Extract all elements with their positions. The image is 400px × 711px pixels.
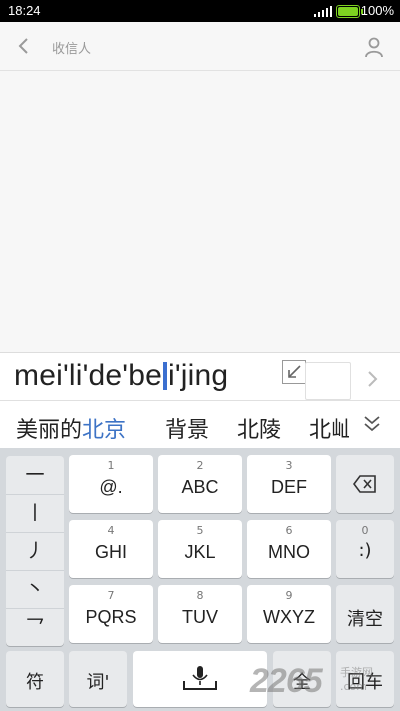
chevron-right-icon[interactable] xyxy=(366,370,380,388)
key-number: 8 xyxy=(196,589,204,602)
pinyin-after-cursor: i'jing xyxy=(168,359,229,392)
text-cursor xyxy=(163,362,167,390)
key-label: PQRS xyxy=(85,607,137,627)
collapse-arrow-icon[interactable] xyxy=(282,360,306,384)
candidate-item[interactable]: 北陵 xyxy=(237,412,281,444)
key-label: ABC xyxy=(181,477,219,497)
key-label: DEF xyxy=(271,477,307,497)
watermark: 2265 xyxy=(250,662,323,701)
key-label: TUV xyxy=(182,607,218,627)
recipient-input[interactable]: 收信人 xyxy=(52,38,91,57)
key-7[interactable]: 7 PQRS xyxy=(69,585,153,643)
key-label: JKL xyxy=(184,542,216,562)
stroke-key[interactable]: 丿 xyxy=(6,532,64,571)
key-number: 6 xyxy=(285,524,293,537)
chevron-double-down-icon[interactable] xyxy=(362,413,382,435)
key-4[interactable]: 4 GHI xyxy=(69,520,153,578)
key-number: 5 xyxy=(196,524,204,537)
key-0[interactable]: 0 :) xyxy=(336,520,394,578)
key-number: 2 xyxy=(196,459,204,472)
stroke-key[interactable]: 一 xyxy=(6,456,64,495)
pinyin-before-cursor: mei'li'de'be xyxy=(14,359,162,392)
candidate-item[interactable]: 北屾 xyxy=(309,412,349,444)
space-voice-button[interactable] xyxy=(133,651,267,707)
key-2[interactable]: 2 ABC xyxy=(158,455,242,513)
watermark-text: 2265 xyxy=(250,662,323,700)
message-content-area xyxy=(0,71,400,352)
stroke-key[interactable]: 丨 xyxy=(6,494,64,533)
microphone-icon xyxy=(183,666,217,690)
message-header: 收信人 xyxy=(0,22,400,71)
backspace-icon xyxy=(353,475,376,493)
key-number: 9 xyxy=(285,589,293,602)
status-bar: 18:24 100% xyxy=(0,0,400,22)
key-5[interactable]: 5 JKL xyxy=(158,520,242,578)
word-button[interactable]: 词' xyxy=(69,651,127,707)
key-number: 0 xyxy=(361,524,369,537)
clear-label: 清空 xyxy=(347,609,383,630)
key-1[interactable]: 1 @. xyxy=(69,455,153,513)
key-number: 1 xyxy=(107,459,115,472)
candidate-item[interactable]: 背景 xyxy=(165,412,209,444)
candidate-text: 美丽的 xyxy=(16,418,83,443)
key-number: 4 xyxy=(107,524,115,537)
key-9[interactable]: 9 WXYZ xyxy=(247,585,331,643)
stroke-key[interactable]: 丶 xyxy=(6,570,64,609)
candidate-highlight: 北京 xyxy=(82,418,127,443)
symbol-label: 符 xyxy=(26,672,44,693)
stroke-key[interactable]: 乛 xyxy=(6,608,64,646)
stroke-column: 一 丨 丿 丶 乛 xyxy=(6,456,64,646)
backspace-button[interactable] xyxy=(336,455,394,513)
candidate-item[interactable]: 美丽的北京 xyxy=(16,412,126,444)
clear-button[interactable]: 清空 xyxy=(336,585,394,643)
message-input-box[interactable] xyxy=(305,362,351,400)
key-label: MNO xyxy=(268,542,310,562)
key-3[interactable]: 3 DEF xyxy=(247,455,331,513)
candidate-bar: 美丽的北京 背景 北陵 北屾 xyxy=(0,400,400,449)
candidate-text: 北屾 xyxy=(309,418,349,443)
key-number: 3 xyxy=(285,459,293,472)
status-time: 18:24 xyxy=(8,3,41,18)
candidate-text: 背景 xyxy=(165,418,210,443)
watermark-sub-text: 手游网 xyxy=(340,666,373,679)
watermark-sub: 手游网 .com xyxy=(340,664,373,693)
key-number: 7 xyxy=(107,589,115,602)
key-label: @. xyxy=(99,477,123,497)
key-8[interactable]: 8 TUV xyxy=(158,585,242,643)
candidate-text: 北陵 xyxy=(237,418,282,443)
key-6[interactable]: 6 MNO xyxy=(247,520,331,578)
person-icon[interactable] xyxy=(362,35,386,59)
key-label: GHI xyxy=(94,542,127,562)
battery-percent: 100% xyxy=(360,3,394,18)
key-label: :) xyxy=(358,540,372,561)
key-label: WXYZ xyxy=(263,607,315,627)
chevron-left-icon[interactable] xyxy=(14,35,34,57)
watermark-com-text: .com xyxy=(340,680,367,693)
symbol-button[interactable]: 符 xyxy=(6,651,64,707)
signal-icon xyxy=(314,6,332,17)
word-label: 词' xyxy=(86,672,110,693)
pinyin-composition[interactable]: mei'li'de'be i'jing xyxy=(14,359,228,393)
battery-icon xyxy=(336,5,363,18)
